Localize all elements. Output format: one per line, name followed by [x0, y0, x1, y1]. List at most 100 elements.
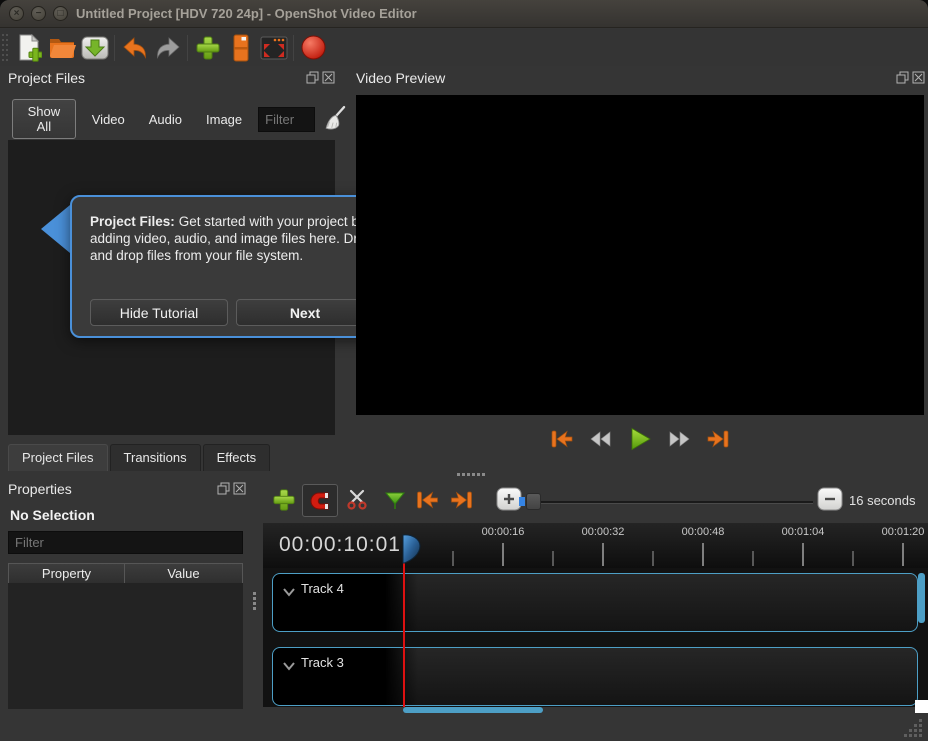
- ruler-tick: [652, 551, 654, 566]
- tutorial-arrow: [41, 205, 70, 253]
- close-window-button[interactable]: ×: [9, 6, 24, 21]
- timeline-horizontal-scrollbar[interactable]: [403, 707, 543, 713]
- toolbar-separator: [293, 35, 294, 61]
- properties-panel: Properties No Selection Property Value: [0, 478, 260, 713]
- tab-effects[interactable]: Effects: [203, 444, 271, 471]
- track-label: Track 3: [301, 655, 344, 670]
- zoom-slider[interactable]: [531, 501, 813, 504]
- play-button[interactable]: [625, 426, 655, 452]
- new-project-button[interactable]: [12, 32, 45, 64]
- zoom-slider-handle[interactable]: [526, 493, 541, 510]
- tutorial-heading: Project Files:: [90, 214, 175, 229]
- project-files-filter-input[interactable]: [258, 107, 315, 132]
- save-project-button[interactable]: [78, 32, 111, 64]
- ruler-tick: [702, 543, 704, 566]
- fast-forward-icon: [667, 430, 691, 448]
- previous-marker-button[interactable]: [413, 486, 441, 514]
- choose-profile-button[interactable]: [224, 32, 257, 64]
- track-row[interactable]: Track 4: [272, 573, 918, 632]
- jump-to-end-button[interactable]: [703, 426, 733, 452]
- ruler-tick: [502, 543, 504, 566]
- filter-video-button[interactable]: Video: [84, 108, 133, 131]
- jump-end-icon: [705, 428, 731, 450]
- filmstrip-icon: [232, 34, 250, 62]
- vertical-splitter-handle[interactable]: [253, 592, 256, 610]
- fast-forward-button[interactable]: [664, 426, 694, 452]
- window-controls: × − □: [9, 6, 68, 21]
- tutorial-text: Project Files:Get started with your proj…: [90, 213, 374, 264]
- clear-filter-broom-icon[interactable]: [323, 104, 347, 134]
- record-icon: [300, 34, 327, 61]
- timeline-vertical-scrollbar[interactable]: [918, 573, 925, 623]
- jump-to-start-button[interactable]: [547, 426, 577, 452]
- magnet-icon: [309, 490, 331, 512]
- track-menu-chevron-icon[interactable]: [282, 584, 296, 602]
- filter-audio-button[interactable]: Audio: [141, 108, 190, 131]
- zoom-out-icon: [817, 487, 843, 511]
- toolbar-drag-handle[interactable]: [0, 33, 12, 63]
- ruler-label: 00:00:32: [582, 526, 625, 538]
- marker-icon: [384, 490, 406, 510]
- import-files-button[interactable]: [191, 32, 224, 64]
- plus-icon: [195, 35, 221, 61]
- float-panel-icon[interactable]: [306, 71, 319, 84]
- horizontal-splitter-handle[interactable]: [457, 473, 485, 476]
- undo-button[interactable]: [118, 32, 151, 64]
- float-panel-icon[interactable]: [896, 71, 909, 84]
- filter-show-all-button[interactable]: Show All: [12, 99, 76, 139]
- track-menu-chevron-icon[interactable]: [282, 658, 296, 676]
- main-toolbar: [0, 29, 928, 66]
- ruler-tick: [552, 551, 554, 566]
- ruler-tick: [602, 543, 604, 566]
- jump-start-icon: [549, 428, 575, 450]
- window-title: Untitled Project [HDV 720 24p] - OpenSho…: [76, 6, 417, 21]
- ruler-tick: [902, 543, 904, 566]
- export-video-button[interactable]: [297, 32, 330, 64]
- undo-icon: [122, 36, 148, 60]
- add-marker-button[interactable]: [381, 486, 409, 514]
- float-panel-icon[interactable]: [217, 482, 230, 495]
- snapping-toggle-button[interactable]: [302, 484, 338, 517]
- project-files-panel-title: Project Files: [8, 70, 85, 86]
- tab-transitions[interactable]: Transitions: [110, 444, 201, 471]
- zoom-out-button[interactable]: [817, 487, 843, 511]
- track-label: Track 4: [301, 581, 344, 596]
- grip-dots-icon: [2, 33, 10, 63]
- playhead-marker[interactable]: [402, 534, 422, 569]
- fullscreen-button[interactable]: [257, 32, 290, 64]
- next-marker-icon: [448, 489, 475, 511]
- fullscreen-icon: [260, 35, 288, 61]
- close-panel-icon[interactable]: [912, 71, 925, 84]
- zoom-scale-label: 16 seconds: [849, 493, 916, 508]
- previous-marker-icon: [414, 489, 441, 511]
- window-resize-grip[interactable]: [903, 718, 925, 741]
- scrollbar-corner: [915, 700, 928, 713]
- resize-grip-icon: [903, 718, 925, 740]
- column-header-value[interactable]: Value: [125, 563, 243, 584]
- properties-panel-title: Properties: [8, 481, 72, 497]
- open-project-button[interactable]: [45, 32, 78, 64]
- tab-project-files[interactable]: Project Files: [8, 444, 108, 471]
- minimize-window-button[interactable]: −: [31, 6, 46, 21]
- rewind-button[interactable]: [586, 426, 616, 452]
- hide-tutorial-button[interactable]: Hide Tutorial: [90, 299, 228, 326]
- ruler-tick: [852, 551, 854, 566]
- next-marker-button[interactable]: [447, 486, 475, 514]
- ruler-label: 00:01:20: [882, 526, 925, 538]
- close-panel-icon[interactable]: [322, 71, 335, 84]
- razor-tool-button[interactable]: [343, 486, 371, 514]
- maximize-window-button[interactable]: □: [53, 6, 68, 21]
- playhead-line: [403, 559, 405, 707]
- ruler-label: 00:00:16: [482, 526, 525, 538]
- close-panel-icon[interactable]: [233, 482, 246, 495]
- column-header-property[interactable]: Property: [8, 563, 125, 584]
- properties-filter-input[interactable]: [8, 531, 243, 554]
- redo-button[interactable]: [151, 32, 184, 64]
- add-track-button[interactable]: [270, 486, 298, 514]
- track-row[interactable]: Track 3: [272, 647, 918, 706]
- video-preview-panel: Video Preview: [352, 66, 928, 470]
- redo-icon: [155, 36, 181, 60]
- title-bar: × − □ Untitled Project [HDV 720 24p] - O…: [0, 0, 928, 28]
- filter-image-button[interactable]: Image: [198, 108, 250, 131]
- tutorial-popup: Project Files:Get started with your proj…: [70, 195, 388, 338]
